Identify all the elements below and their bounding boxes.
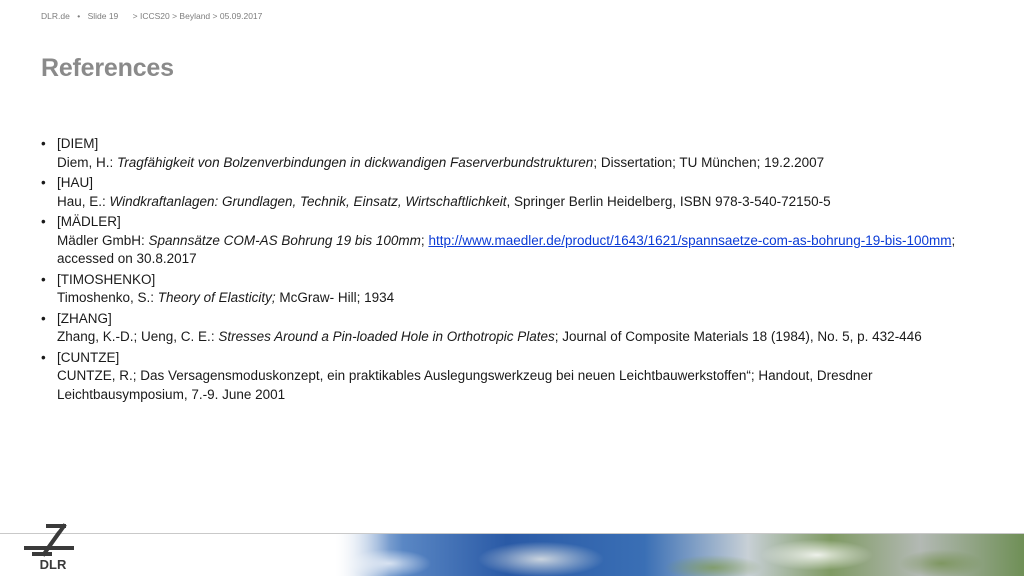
reference-key: [DIEM] bbox=[57, 136, 99, 151]
reference-item: [HAU] Hau, E.: Windkraftanlagen: Grundla… bbox=[41, 174, 976, 211]
slide-number: Slide 19 bbox=[87, 11, 119, 21]
reference-author: Timoshenko, S.: bbox=[57, 290, 158, 305]
reference-item: [TIMOSHENKO] Timoshenko, S.: Theory of E… bbox=[41, 271, 976, 308]
footer-band bbox=[0, 533, 1024, 576]
reference-key: [TIMOSHENKO] bbox=[57, 271, 156, 287]
reference-details: , Springer Berlin Heidelberg, ISBN 978-3… bbox=[506, 193, 831, 209]
reference-key: [CUNTZE] bbox=[57, 349, 120, 365]
reference-details: ; Journal of Composite Materials 18 (198… bbox=[554, 329, 922, 344]
site-name: DLR.de bbox=[41, 11, 70, 21]
reference-author: Hau, E.: bbox=[57, 193, 110, 209]
reference-link[interactable]: http://www.maedler.de/product/1643/1621/… bbox=[428, 233, 951, 248]
reference-author: Mädler GmbH: bbox=[57, 232, 149, 248]
reference-details: ; Dissertation; TU München; 19.2.2007 bbox=[593, 154, 825, 170]
reference-work: Theory of Elasticity; bbox=[157, 290, 276, 305]
dlr-logo: DLR bbox=[20, 522, 86, 572]
reference-details: CUNTZE, R.; Das Versagensmoduskonzept, e… bbox=[57, 368, 873, 402]
reference-work: Spannsätze COM-AS Bohrung 19 bis 100mm bbox=[148, 232, 421, 248]
logo-text: DLR bbox=[40, 557, 67, 572]
reference-work: Windkraftanlagen: Grundlagen, Technik, E… bbox=[109, 193, 507, 209]
reference-item: [CUNTZE] CUNTZE, R.; Das Versagensmodusk… bbox=[41, 349, 976, 405]
reference-list: [DIEM] Diem, H.: Tragfähigkeit von Bolze… bbox=[41, 135, 976, 406]
reference-item: [DIEM] Diem, H.: Tragfähigkeit von Bolze… bbox=[41, 135, 976, 172]
dlr-logo-icon: DLR bbox=[24, 523, 74, 572]
reference-item: [MÄDLER] Mädler GmbH: Spannsätze COM-AS … bbox=[41, 213, 976, 269]
reference-details: McGraw- Hill; 1934 bbox=[275, 290, 395, 305]
reference-author: Zhang, K.-D.; Ueng, C. E.: bbox=[57, 329, 219, 344]
reference-work: Tragfähigkeit von Bolzenverbindungen in … bbox=[117, 154, 594, 170]
reference-key: [HAU] bbox=[57, 175, 94, 190]
slide-header: DLR.de • Slide 19 > ICCS20 > Beyland > 0… bbox=[41, 11, 262, 21]
breadcrumb: > ICCS20 > Beyland > 05.09.2017 bbox=[132, 11, 263, 21]
reference-key: [ZHANG] bbox=[57, 310, 112, 326]
reference-work: Stresses Around a Pin-loaded Hole in Ort… bbox=[218, 329, 555, 344]
reference-item: [ZHANG] Zhang, K.-D.; Ueng, C. E.: Stres… bbox=[41, 310, 976, 347]
earth-image bbox=[334, 534, 1024, 576]
page-title: References bbox=[41, 54, 174, 82]
header-bullet: • bbox=[77, 11, 81, 21]
reference-key: [MÄDLER] bbox=[57, 214, 121, 229]
reference-author: Diem, H.: bbox=[57, 154, 118, 170]
